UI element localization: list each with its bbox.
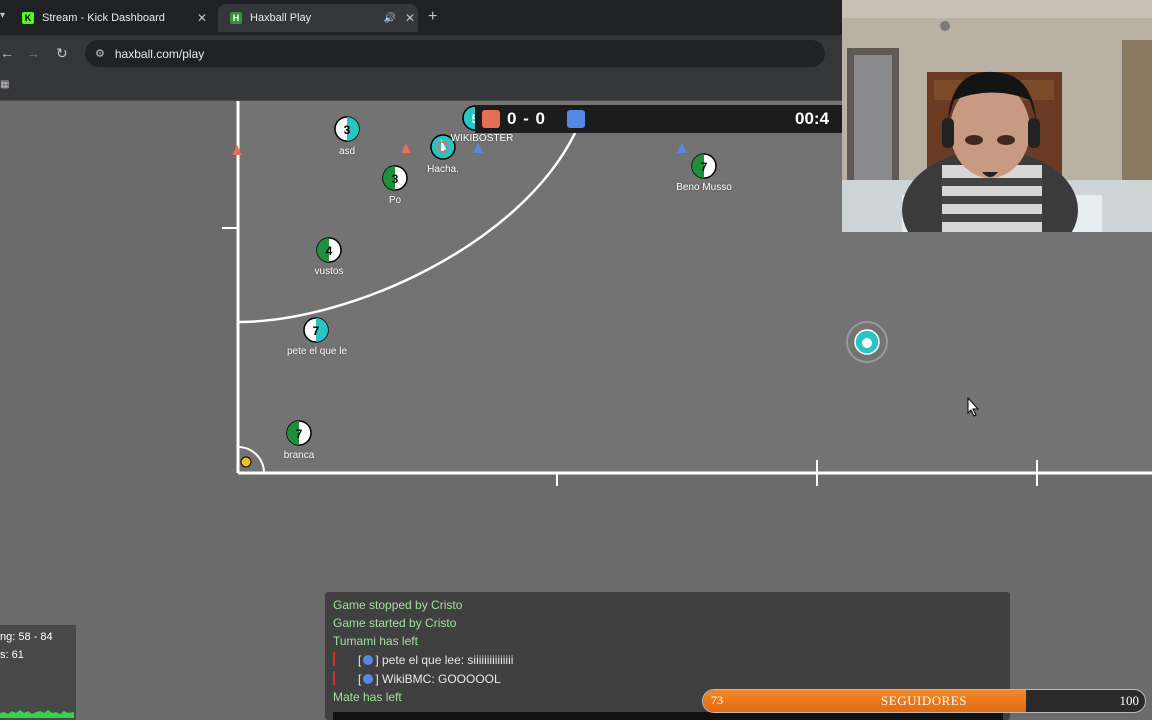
player-number: 7 xyxy=(313,324,320,338)
forward-icon[interactable]: → xyxy=(26,45,40,61)
player-name: branca xyxy=(283,450,315,461)
close-icon[interactable]: ✕ xyxy=(194,11,210,25)
player-disc: 3 xyxy=(334,116,360,142)
chat-text: ] pete el que lee: siiiiiiiiiiiiiii xyxy=(375,653,514,667)
match-timer: 00:4 xyxy=(795,109,830,128)
player-disc: 7 xyxy=(286,420,312,446)
apps-grid-icon[interactable]: ▦ xyxy=(0,79,9,91)
tab-haxball-play[interactable]: H Haxball Play 🔊 ✕ xyxy=(218,4,418,32)
player-number: 7 xyxy=(296,427,303,441)
tab-kick-dashboard[interactable]: K Stream - Kick Dashboard ✕ xyxy=(10,4,210,32)
team-indicator xyxy=(333,671,335,685)
score: 0 - 0 xyxy=(507,109,547,128)
new-tab-button[interactable]: + xyxy=(428,8,437,26)
tab-search-icon[interactable]: ▾ xyxy=(0,10,5,21)
chat-prefix: [ xyxy=(358,672,362,686)
chat-message: [ ] WikiBMC: GOOOOOL xyxy=(358,672,501,686)
address-bar[interactable]: ⚙ haxball.com/play xyxy=(85,40,825,67)
chat-input[interactable] xyxy=(333,712,1003,720)
haxball-icon: H xyxy=(230,12,242,24)
tab-title: Haxball Play xyxy=(250,12,312,24)
tab-title: Stream - Kick Dashboard xyxy=(42,12,165,24)
blue-team-dot-icon xyxy=(363,674,374,684)
player-number: 3 xyxy=(344,123,351,137)
site-info-icon[interactable]: ⚙ xyxy=(95,47,105,60)
player-name: Hacha. xyxy=(427,164,459,175)
webcam-overlay xyxy=(842,0,1152,232)
player-name: pete el que le xyxy=(286,346,348,357)
player-name: Beno Musso xyxy=(676,182,732,193)
back-icon[interactable]: ← xyxy=(0,45,14,61)
chat-text: ] WikiBMC: GOOOOOL xyxy=(375,672,501,686)
follower-goal: 100 xyxy=(1119,693,1140,708)
player-disc: 3 xyxy=(382,165,408,191)
chat-message: [ ] pete el que lee: siiiiiiiiiiiiiii xyxy=(358,653,513,667)
blue-team-icon xyxy=(567,110,585,128)
player-disc: 7 xyxy=(303,317,329,343)
player-number: 3 xyxy=(392,172,399,186)
ping-stat: ng: 58 - 84 xyxy=(0,631,53,643)
chat-message: Game started by Cristo xyxy=(333,616,457,630)
url-text: haxball.com/play xyxy=(114,46,205,61)
player-name: asd xyxy=(338,146,356,157)
player-disc: 4 xyxy=(316,237,342,263)
player-name: Po xyxy=(388,195,402,206)
team-indicator xyxy=(333,652,335,666)
chat-message: Mate has left xyxy=(333,690,402,704)
red-team-icon xyxy=(482,110,500,128)
follower-goal-bar: 73 SEGUIDORES 100 xyxy=(702,689,1146,713)
fps-stat: s: 61 xyxy=(0,649,24,661)
speaker-icon[interactable]: 🔊 xyxy=(382,13,398,24)
fps-graph xyxy=(0,710,74,718)
player-name: WIKIBOSTER xyxy=(450,133,514,144)
close-icon[interactable]: ✕ xyxy=(402,11,418,25)
player-number: 4 xyxy=(326,244,333,258)
follower-label: SEGUIDORES xyxy=(881,693,967,708)
player-name: vustos xyxy=(314,266,344,277)
player-number: 7 xyxy=(701,160,708,174)
corner-post xyxy=(240,456,252,468)
chat-prefix: [ xyxy=(358,653,362,667)
chat-message: Game stopped by Cristo xyxy=(333,598,463,612)
player-disc: 7 xyxy=(691,153,717,179)
kick-icon: K xyxy=(22,12,34,24)
blue-team-dot-icon xyxy=(363,655,374,665)
reload-icon[interactable]: ↻ xyxy=(56,45,68,62)
chat-message: Tumami has left xyxy=(333,634,418,648)
